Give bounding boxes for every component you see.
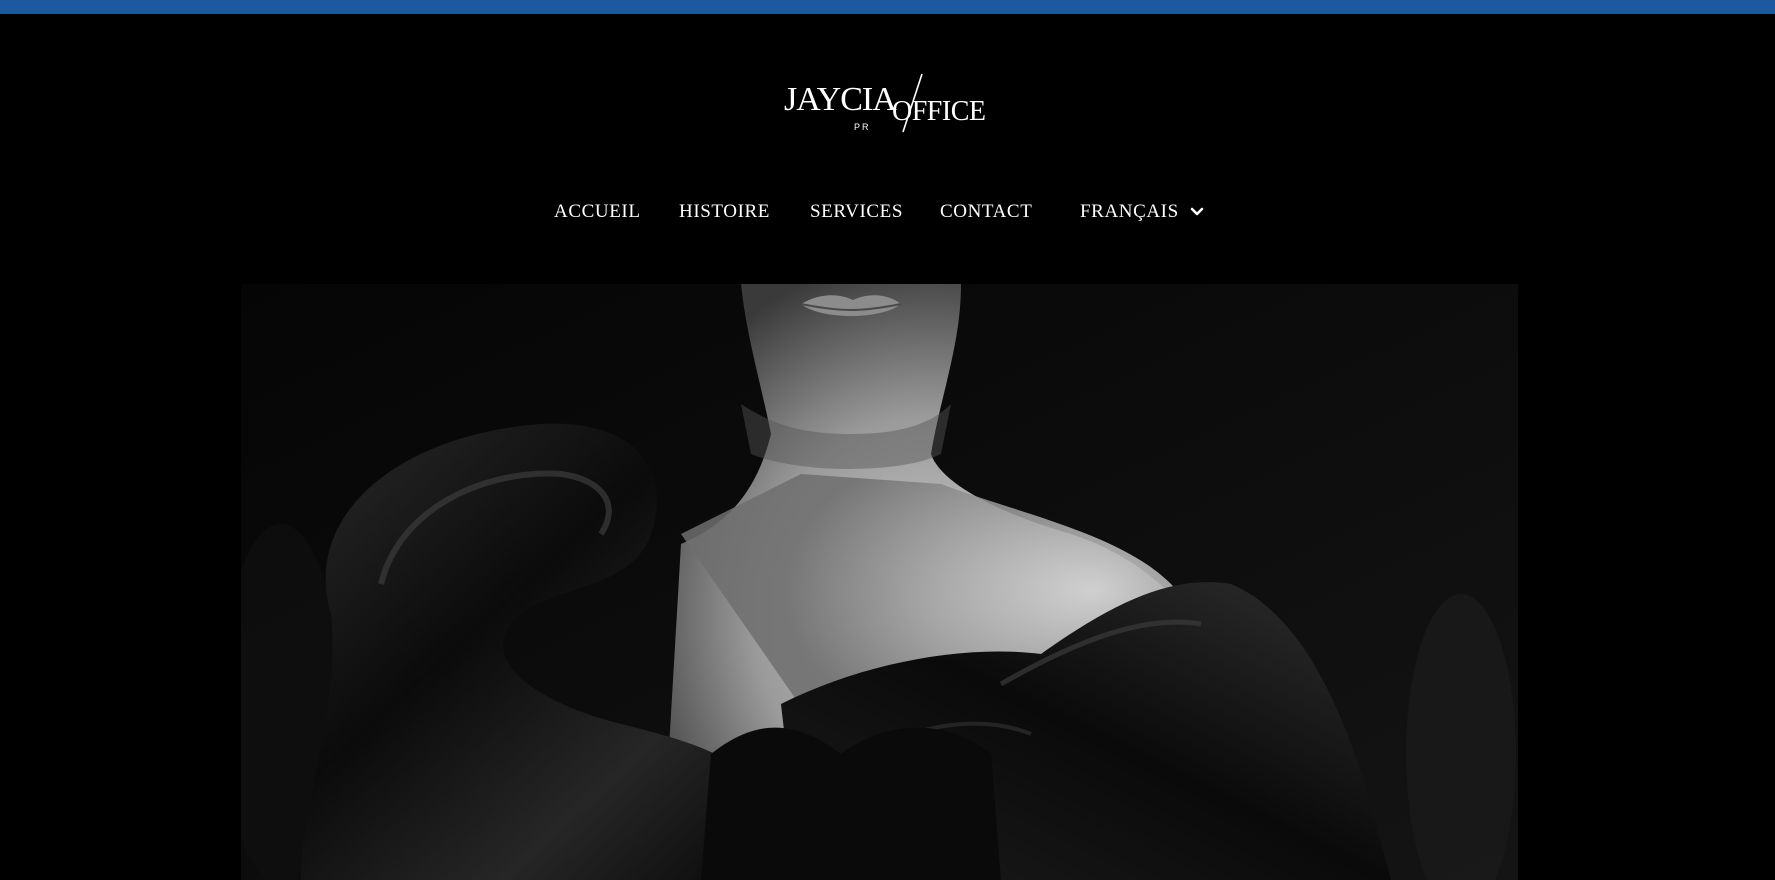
site-logo[interactable]: JAYCIA OFFICE PR: [780, 58, 1000, 134]
main-nav: ACCUEIL HISTOIRE SERVICES CONTACT FRANÇA…: [0, 194, 1775, 230]
top-accent-bar: [0, 0, 1775, 14]
language-selector[interactable]: FRANÇAIS: [1080, 194, 1179, 230]
logo-sub: PR: [854, 122, 871, 132]
logo-mark: JAYCIA OFFICE PR: [784, 73, 986, 133]
logo-text-left: JAYCIA: [784, 81, 897, 118]
hero-photo: [241, 284, 1518, 880]
nav-item-contact[interactable]: CONTACT: [940, 194, 1032, 230]
site-header: JAYCIA OFFICE PR ACCUEIL HISTOIRE SERVIC…: [0, 14, 1775, 284]
hero-image: [241, 284, 1518, 880]
logo-text-right: OFFICE: [892, 96, 985, 127]
nav-item-accueil[interactable]: ACCUEIL: [554, 194, 641, 230]
nav-item-services[interactable]: SERVICES: [810, 194, 903, 230]
nav-item-histoire[interactable]: HISTOIRE: [679, 194, 770, 230]
chevron-down-icon[interactable]: [1189, 202, 1205, 222]
